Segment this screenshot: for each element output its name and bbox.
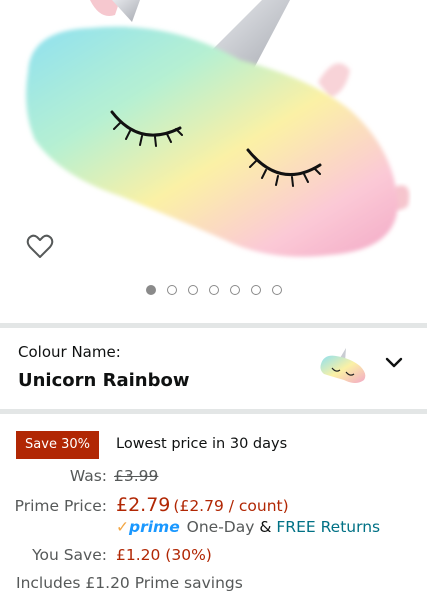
carousel-dot[interactable] xyxy=(145,285,156,295)
you-save-row: You Save: £1.20 (30%) xyxy=(0,546,212,564)
prime-price-label: Prime Price: xyxy=(14,497,107,515)
was-label: Was: xyxy=(69,467,107,485)
section-divider xyxy=(0,409,427,414)
ampersand: & xyxy=(259,518,272,536)
carousel-dot[interactable] xyxy=(229,285,240,295)
colour-label: Colour Name: xyxy=(18,343,121,361)
prime-logo: prime xyxy=(129,518,180,536)
chevron-down-icon[interactable] xyxy=(384,356,404,370)
prime-price: £2.79 xyxy=(116,494,171,516)
you-save-label: You Save: xyxy=(32,546,107,564)
delivery-row: ✓prime One-Day & FREE Returns xyxy=(116,518,380,536)
colour-selector[interactable]: Colour Name: Unicorn Rainbow xyxy=(0,328,427,409)
check-icon: ✓ xyxy=(116,518,129,536)
colour-value: Unicorn Rainbow xyxy=(18,370,190,391)
colour-thumbnail[interactable] xyxy=(318,346,370,388)
carousel-dot[interactable] xyxy=(166,285,177,295)
one-day-text: One-Day xyxy=(186,518,255,536)
deal-badge: Save 30% xyxy=(16,431,99,459)
was-price: £3.99 xyxy=(114,467,159,485)
prime-savings-text: Includes £1.20 Prime savings xyxy=(16,574,243,592)
carousel-dot[interactable] xyxy=(271,285,282,295)
product-image[interactable] xyxy=(0,0,427,280)
lowest-price-text: Lowest price in 30 days xyxy=(116,436,288,452)
carousel-dot[interactable] xyxy=(250,285,261,295)
was-price-row: Was: £3.99 xyxy=(0,467,159,485)
free-returns-link[interactable]: FREE Returns xyxy=(276,518,380,536)
unit-price: (£2.79 / count) xyxy=(173,497,289,515)
carousel-indicator xyxy=(0,285,427,295)
carousel-dot[interactable] xyxy=(208,285,219,295)
prime-price-row: Prime Price: £2.79 (£2.79 / count) xyxy=(0,494,289,516)
carousel-dot[interactable] xyxy=(187,285,198,295)
you-save-amount: £1.20 (30%) xyxy=(116,546,212,564)
product-image-gallery[interactable] xyxy=(0,0,427,320)
heart-outline-icon[interactable] xyxy=(24,230,56,262)
